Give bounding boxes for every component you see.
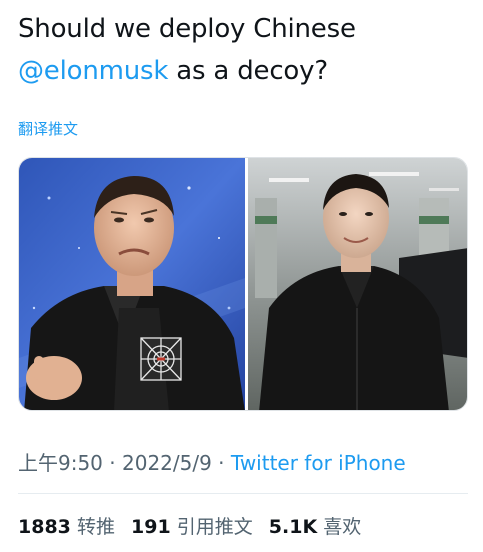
tweet-time[interactable]: 上午9:50 — [18, 451, 103, 475]
quotes-count: 191 — [131, 516, 171, 538]
likes-count: 5.1K — [268, 516, 318, 538]
meta-separator: · — [102, 451, 122, 475]
tweet-stats: 1883 转推 191 引用推文 5.1K 喜欢 — [18, 512, 371, 539]
retweets-label: 转推 — [76, 516, 115, 538]
tweet-text: Should we deploy Chinese @elonmusk as a … — [18, 8, 468, 92]
translate-tweet-link[interactable]: 翻译推文 — [18, 118, 78, 139]
retweets-count: 1883 — [18, 516, 71, 538]
meta-separator: · — [211, 451, 231, 475]
likes-label: 喜欢 — [323, 516, 362, 538]
tweet-media[interactable] — [18, 157, 468, 411]
quotes-stat[interactable]: 191 引用推文 — [131, 516, 253, 538]
tweet-line-2: @elonmusk as a decoy? — [18, 50, 468, 92]
left-photo — [19, 158, 245, 410]
quotes-label: 引用推文 — [176, 516, 253, 538]
tweet-date[interactable]: 2022/5/9 — [122, 451, 212, 475]
divider — [18, 493, 468, 494]
right-photo — [248, 158, 467, 410]
likes-stat[interactable]: 5.1K 喜欢 — [269, 516, 361, 538]
tweet-line-1: Should we deploy Chinese — [18, 14, 356, 44]
media-photos — [19, 158, 467, 410]
retweets-stat[interactable]: 1883 转推 — [18, 516, 115, 538]
tweet-text-end: as a decoy? — [168, 56, 328, 86]
tweet-meta: 上午9:50 · 2022/5/9 · Twitter for iPhone — [18, 447, 406, 476]
tweet-source-link[interactable]: Twitter for iPhone — [231, 451, 406, 475]
mention-link[interactable]: @elonmusk — [18, 56, 168, 86]
